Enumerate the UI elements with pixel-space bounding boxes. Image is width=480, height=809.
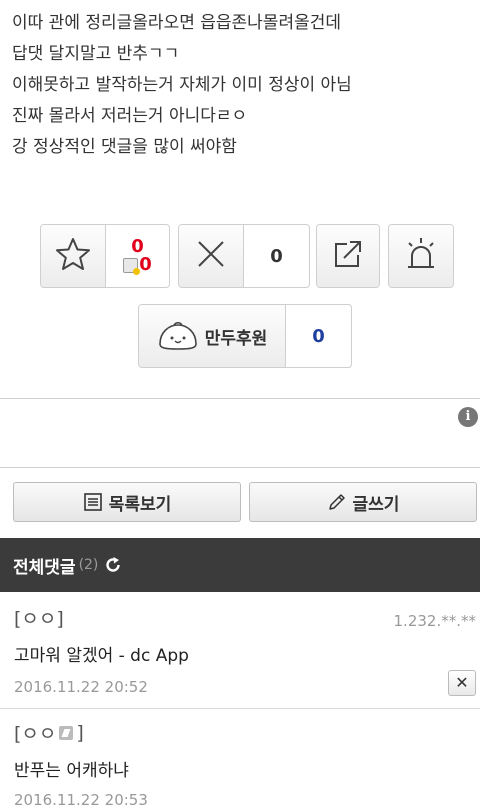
recommend-box[interactable]: 0 0 [40,224,170,288]
donation-label: 만두후원 [204,328,268,349]
refresh-icon[interactable] [104,556,122,574]
list-icon [83,492,103,512]
comment-ip: 1.232.**.** [393,612,476,630]
comment-item: [ㅇㅇ ] 반푸는 어캐하냐 2016.11.22 20:53 [0,709,480,809]
comments-count: (2) [78,557,99,573]
comment-author-name: [ㅇㅇ [14,723,57,745]
write-button[interactable]: 글쓰기 [249,482,477,522]
comment-author-suffix: ] [76,721,84,744]
fixed-user-icon [123,257,141,275]
list-button-label: 목록보기 [108,494,172,515]
comment-author[interactable]: [ㅇㅇ] [14,604,64,631]
share-icon [331,237,365,275]
pencil-icon [327,492,347,512]
post-line: 이해못하고 발작하는거 자체가 이미 정상이 아님 [12,75,352,95]
comment-author[interactable]: [ㅇㅇ ] [14,719,84,746]
recommend-button[interactable] [41,225,106,287]
downvote-count: 0 [270,245,283,267]
star-icon [55,236,91,276]
report-button[interactable] [388,224,454,288]
post-line: 답댓 달지말고 반추ㄱㄱ [12,44,180,64]
comments-header: 전체댓글 (2) [0,538,480,592]
recommend-counts: 0 0 [106,225,169,287]
x-icon [195,238,227,274]
list-button[interactable]: 목록보기 [13,482,241,522]
post-line: 이따 관에 정리글올라오면 읍읍존나몰려올건데 [12,13,342,33]
report-icon-cell [389,225,453,287]
comments-title: 전체댓글 [13,557,76,578]
donation-button[interactable]: 만두후원 [139,305,286,367]
fixed-recommend: 0 [123,254,152,275]
delete-comment-button[interactable]: ✕ [448,670,476,696]
donation-count: 0 [312,325,325,347]
siren-icon [403,236,439,276]
post-line: 강 정상적인 댓글을 많이 써야함 [12,137,237,157]
info-icon[interactable]: i [458,407,478,427]
comment-text: 반푸는 어캐하냐 [14,761,129,781]
comment-item: [ㅇㅇ] 1.232.**.** 고마워 알겠어 - dc App 2016.1… [0,592,480,708]
fixed-nick-icon [59,725,74,740]
comment-date: 2016.11.22 20:53 [14,791,148,809]
post-body: 이따 관에 정리글올라오면 읍읍존나몰려올건데 답댓 달지말고 반추ㄱㄱ 이해못… [12,8,472,163]
downvote-box[interactable]: 0 [178,224,310,288]
comment-text: 고마워 알겠어 - dc App [14,646,189,666]
comment-input-area[interactable]: i [0,398,480,468]
write-button-label: 글쓰기 [352,494,400,515]
post-line: 진짜 몰라서 저러는거 아니다ㄹㅇ [12,106,248,126]
share-button[interactable] [316,224,380,288]
dumpling-icon [157,320,199,352]
fixed-recommend-count: 0 [139,254,152,275]
comment-date: 2016.11.22 20:52 [14,678,148,696]
share-icon-cell [317,225,379,287]
donation-box[interactable]: 만두후원 0 [138,304,352,368]
downvote-button[interactable] [179,225,244,287]
